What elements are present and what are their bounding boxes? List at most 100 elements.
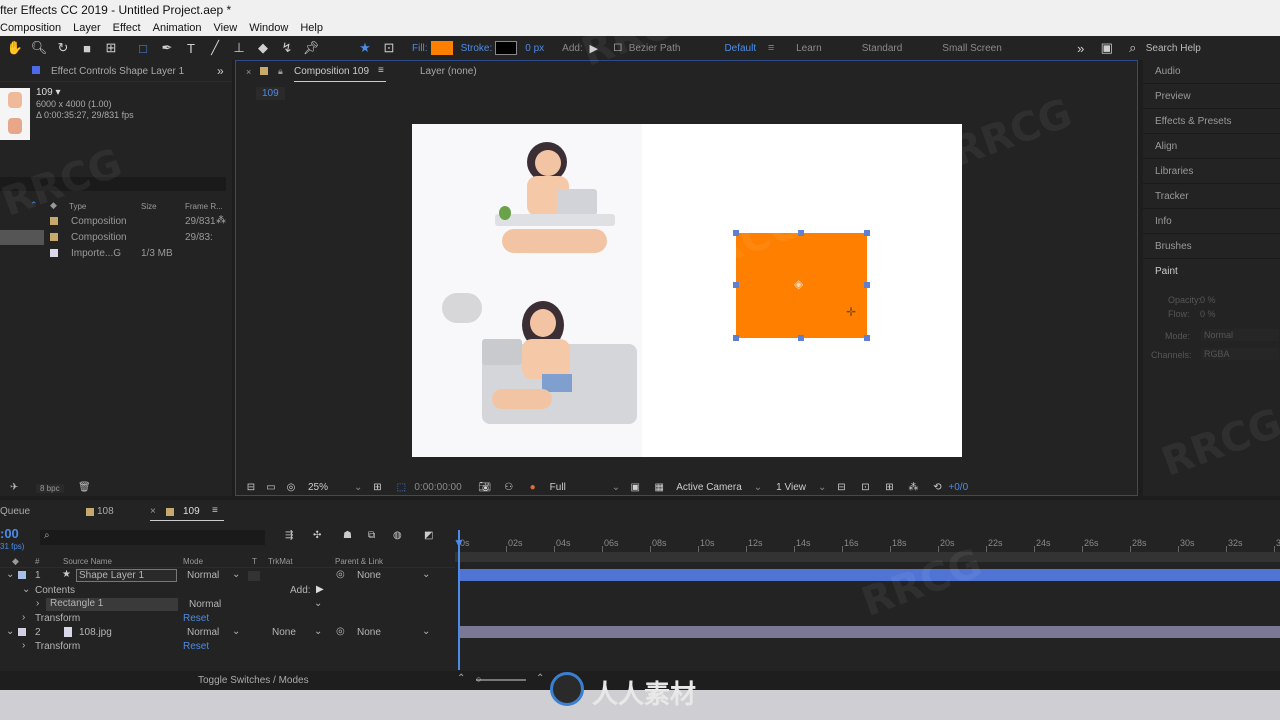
comp-mini-flowchart-icon[interactable]: ⇶ — [285, 530, 293, 541]
paint-opacity-value[interactable]: 0 % — [1200, 295, 1216, 305]
lock-icon[interactable]: 🔒︎ — [278, 66, 283, 77]
footage-layer-bar[interactable] — [458, 626, 1280, 638]
search-help-field[interactable]: Search Help — [1146, 43, 1201, 54]
roto-brush-tool-icon[interactable]: ↯ — [278, 39, 296, 57]
layer-mode-select[interactable]: Normal — [187, 570, 219, 581]
layer-row[interactable]: ⌄ 1 ★ Shape Layer 1 Normal ⌄ ◎ None ⌄ — [0, 569, 455, 583]
tab-108[interactable]: 108 — [97, 506, 114, 517]
column-parent[interactable]: Parent & Link — [335, 557, 383, 566]
tab-menu-icon[interactable]: ≡ — [212, 505, 218, 516]
shape-layer-rectangle[interactable]: ◈ ✛ — [733, 230, 870, 341]
bezier-checkbox[interactable]: ☐ — [609, 39, 627, 57]
fill-label[interactable]: Fill: — [412, 43, 428, 54]
project-item-row[interactable]: Composition 29/83: — [0, 230, 232, 245]
close-tab-icon[interactable]: × — [150, 506, 156, 517]
transform-handle[interactable] — [733, 335, 739, 341]
channel-icon[interactable]: ● — [524, 478, 542, 496]
current-timecode[interactable]: 0:00:00:00 — [414, 482, 461, 493]
work-area-bar[interactable] — [455, 552, 1280, 562]
playhead-handle-icon[interactable]: ▼ — [453, 536, 465, 550]
rectangle-tool-icon[interactable]: □ — [134, 39, 152, 57]
shy-layers-icon[interactable]: ☗ — [343, 530, 352, 541]
fill-swatch[interactable] — [430, 41, 453, 55]
contents-row[interactable]: ⌄ Contents Add: ▶ — [0, 584, 455, 598]
frame-blending-icon[interactable]: ⧉ — [368, 530, 375, 541]
more-workspaces-icon[interactable]: » — [1072, 39, 1090, 57]
time-ruler[interactable]: 0s 02s 04s 06s 08s 10s 12s 14s 16s 18s 20s 22s 24s 26… — [455, 530, 1280, 552]
bpc-button[interactable]: 8 bpc — [36, 484, 64, 493]
views-select[interactable]: 1 View — [776, 482, 806, 493]
menu-effect[interactable]: Effect — [113, 20, 147, 36]
exposure-value[interactable]: +0/0 — [948, 482, 968, 493]
stroke-width-value[interactable]: 0 px — [525, 43, 544, 54]
layer-color-label[interactable] — [18, 571, 26, 579]
expand-chevron-icon[interactable]: › — [22, 640, 25, 651]
menu-composition[interactable]: Composition — [0, 20, 67, 36]
trkmat-dropdown-icon[interactable]: ⌄ — [314, 626, 322, 637]
menu-animation[interactable]: Animation — [153, 20, 208, 36]
tab-render-queue[interactable]: Queue — [0, 506, 30, 517]
column-type[interactable]: Type — [69, 202, 86, 211]
parent-dropdown-icon[interactable]: ⌄ — [422, 626, 430, 637]
transform-row[interactable]: › Transform Reset — [0, 612, 455, 626]
view-options-icon[interactable]: ◎ — [282, 478, 300, 496]
comp-name[interactable]: 109 ▾ — [36, 87, 60, 98]
parent-select[interactable]: None — [357, 627, 381, 638]
mask-visibility-icon[interactable]: ⬚ — [392, 478, 410, 496]
menu-layer[interactable]: Layer — [73, 20, 107, 36]
camera-tool-icon[interactable]: ■ — [78, 39, 96, 57]
transform-handle[interactable] — [798, 335, 804, 341]
trkmat-select[interactable]: None — [272, 627, 296, 638]
expand-chevron-icon[interactable]: › — [22, 612, 25, 623]
reset-exposure-icon[interactable]: ⟲ — [928, 478, 946, 496]
panel-item[interactable]: Brushes — [1143, 235, 1280, 259]
flowchart-icon[interactable]: ⁂ — [216, 215, 226, 226]
panel-item[interactable]: Paint — [1143, 260, 1280, 284]
expand-chevron-icon[interactable]: ⌄ — [6, 626, 14, 637]
workspace-learn[interactable]: Learn — [796, 43, 822, 54]
close-tab-icon[interactable]: × — [246, 67, 251, 77]
layer-row[interactable]: ⌄ 2 108.jpg Normal ⌄ None ⌄ ◎ None ⌄ — [0, 626, 455, 640]
zoom-dropdown-icon[interactable]: ⌄ — [354, 482, 362, 493]
zoom-select[interactable]: 25% — [308, 482, 328, 493]
panel-item[interactable]: Effects & Presets — [1143, 110, 1280, 134]
comp-flowchart-icon[interactable]: ⊞ — [880, 478, 898, 496]
puppet-tool-icon[interactable]: 📌︎ — [302, 39, 320, 57]
expand-chevron-icon[interactable]: ⌄ — [22, 584, 30, 595]
grid-icon[interactable]: ⊞ — [368, 478, 386, 496]
layer-name[interactable]: 108.jpg — [79, 627, 112, 638]
add-button-icon[interactable]: ▶ — [316, 584, 324, 595]
pan-behind-tool-icon[interactable]: ⊞ — [102, 39, 120, 57]
zoom-tool-icon[interactable]: 🔍︎ — [30, 39, 48, 57]
show-snapshot-icon[interactable]: ⚇ — [500, 478, 518, 496]
panel-item[interactable]: Preview — [1143, 85, 1280, 109]
region-of-interest-icon[interactable]: ▣ — [626, 478, 644, 496]
sync-settings-icon[interactable]: ▣ — [1098, 39, 1116, 57]
column-mode[interactable]: Mode — [183, 557, 203, 566]
snapshot-icon[interactable]: 📷︎ — [476, 478, 494, 496]
expand-chevron-icon[interactable]: ⌄ — [6, 569, 14, 580]
pickwhip-icon[interactable]: ◎ — [336, 626, 345, 637]
rectangle-row[interactable]: › Rectangle 1 Normal ⌄ — [0, 598, 455, 612]
transform-row[interactable]: › Transform Reset — [0, 640, 455, 654]
parent-select[interactable]: None — [357, 570, 381, 581]
graph-editor-icon[interactable]: ◩ — [424, 530, 433, 541]
panel-overflow-icon[interactable]: » — [217, 64, 224, 78]
current-time-display[interactable]: :00 — [0, 526, 19, 541]
render-icon[interactable]: ✈ — [10, 482, 18, 493]
brush-tool-icon[interactable]: ╱ — [206, 39, 224, 57]
panel-item[interactable]: Libraries — [1143, 160, 1280, 184]
project-item-row[interactable]: Composition 29/831 ⁂ — [0, 214, 232, 229]
transform-handle[interactable] — [733, 282, 739, 288]
draft-3d-icon[interactable]: ✣ — [313, 530, 321, 541]
add-button-icon[interactable]: ▶ — [585, 39, 603, 57]
zoom-slider-knob[interactable]: ○ — [476, 674, 481, 684]
comp-breadcrumb[interactable]: 109 — [256, 87, 285, 100]
pen-tool-icon[interactable]: ✒ — [158, 39, 176, 57]
3d-renderer-icon[interactable]: ⊡ — [856, 478, 874, 496]
stroke-swatch[interactable] — [495, 41, 518, 55]
composition-tab[interactable]: Composition 109 — [294, 66, 369, 77]
project-search-input[interactable] — [0, 177, 226, 191]
camera-dropdown-icon[interactable]: ⌄ — [754, 482, 762, 493]
type-tool-icon[interactable]: T — [182, 39, 200, 57]
